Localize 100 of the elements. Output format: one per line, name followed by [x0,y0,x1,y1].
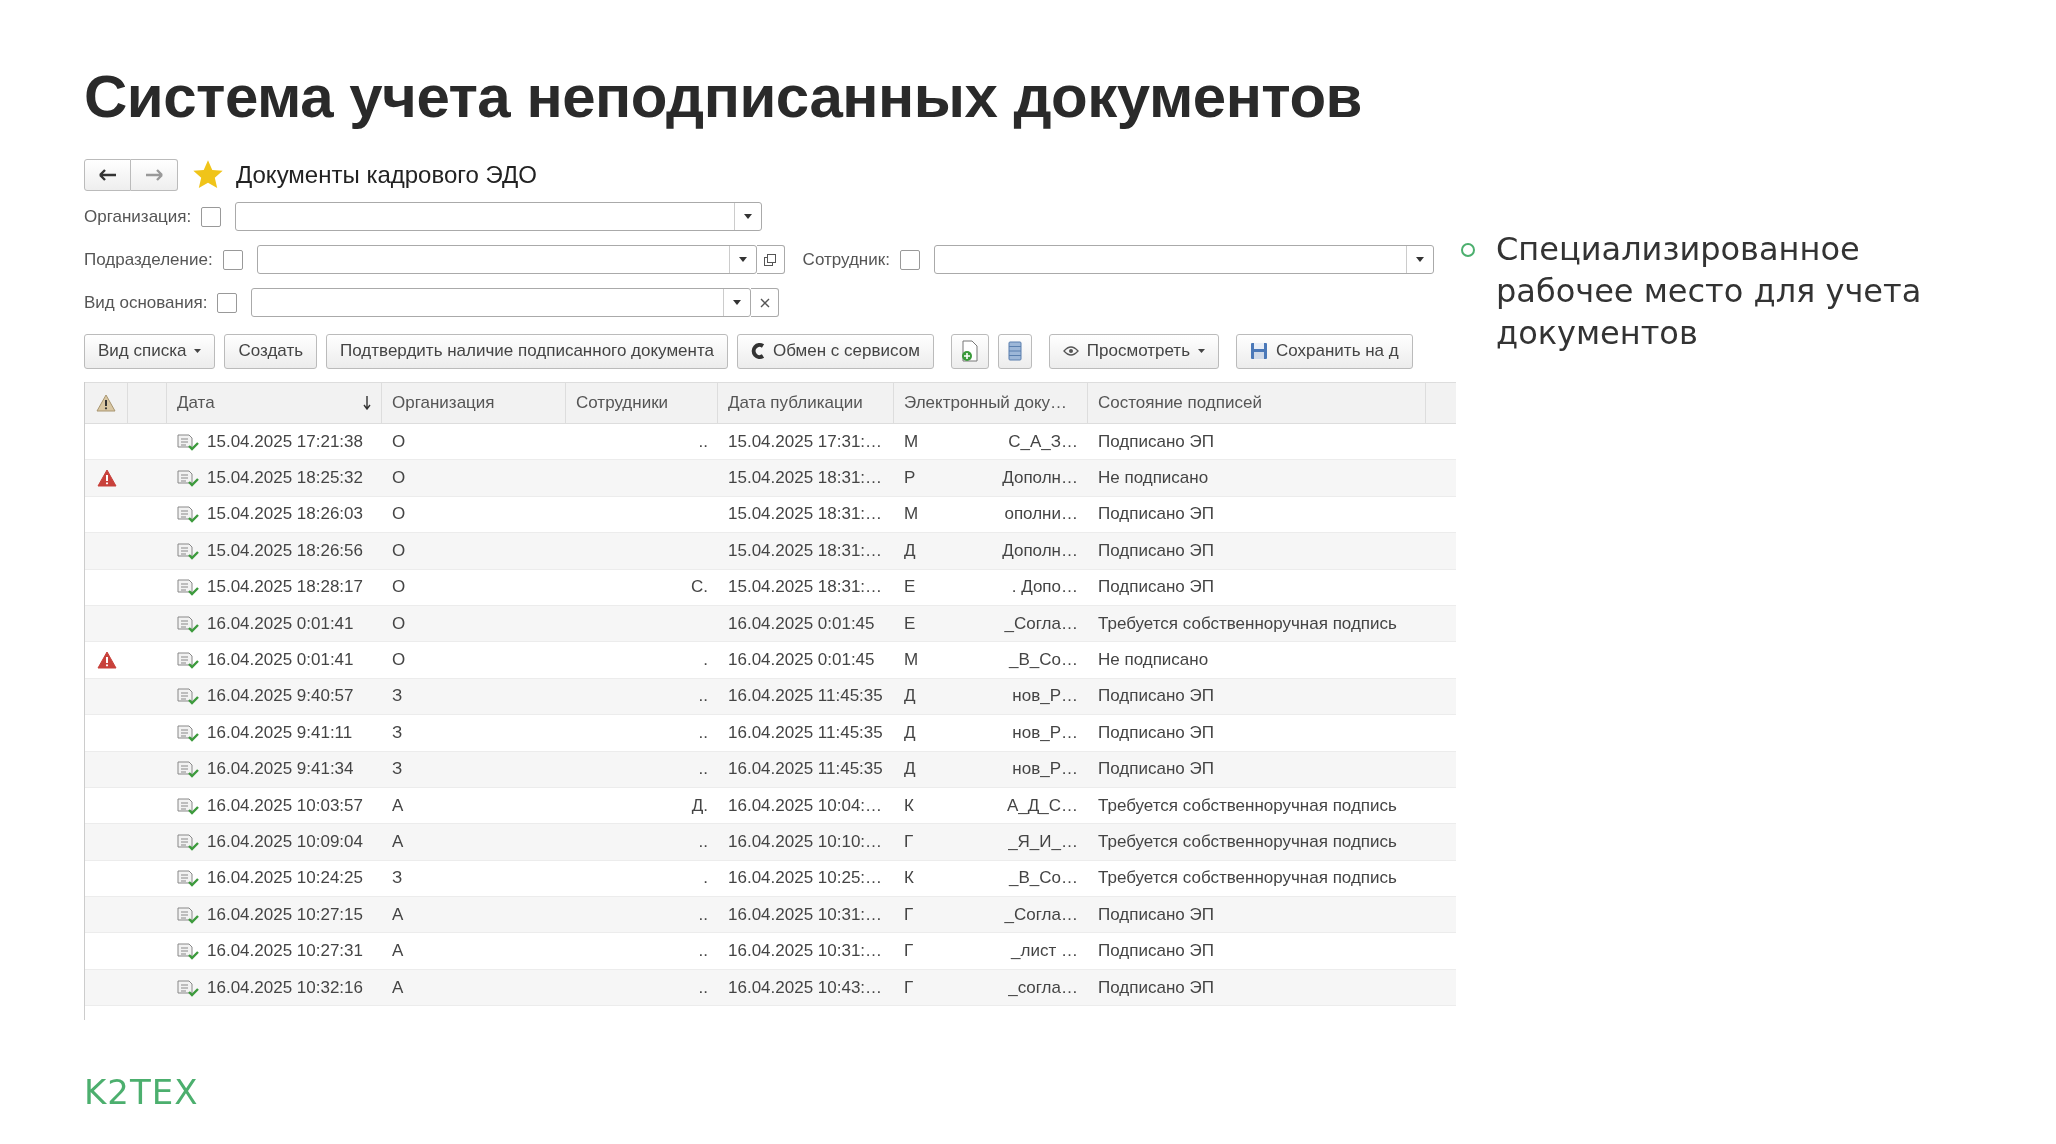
select-field[interactable] [933,245,1434,274]
table-cell: 15.04.2025 18:31:… [728,468,883,489]
table-cell: Д [904,722,916,743]
table-cell: 16.04.2025 10:24:25 [207,868,363,889]
table-cell: Дополн… [1002,540,1078,561]
dropdown-caret-icon[interactable] [1415,257,1424,262]
table-cell: . Допо… [1011,577,1078,598]
table-cell: ополни… [1004,504,1078,525]
list-button[interactable] [997,333,1032,369]
favorite-star-icon[interactable] [192,159,224,191]
toolbar-button[interactable]: Создать [224,333,318,369]
table-cell: . [703,650,708,671]
filter-label: Организация: [84,206,192,227]
table-cell: нов_Р… [1012,686,1078,707]
column-header[interactable]: Организация [392,393,495,413]
caret-icon [1198,349,1205,353]
table-cell: О [392,468,406,489]
column-header[interactable]: Дата публикации [728,393,863,413]
document-check-icon [177,541,199,560]
table-cell: Дополн… [1002,468,1078,489]
table-cell: А_Д_С… [1006,795,1078,816]
table-cell: З [392,868,403,889]
table-cell: _Согла… [1004,904,1078,925]
table-cell: Подписано ЭП [1098,941,1214,962]
table-cell: О [392,577,406,598]
table-cell: 15.04.2025 18:31:… [728,577,883,598]
select-field[interactable] [251,288,752,317]
table-cell: З [392,759,403,780]
table-cell: _В_Со… [1009,650,1078,671]
table-cell: Подписано ЭП [1098,759,1214,780]
column-header[interactable]: Электронный доку… [904,393,1068,413]
table-cell: .. [698,977,708,998]
add-file-button[interactable] [950,333,989,369]
table-cell: 15.04.2025 18:26:56 [207,540,363,561]
document-check-icon [177,833,199,851]
table-cell: .. [698,431,708,452]
table-cell: Требуется собственноручная подпись [1098,613,1397,634]
sort-arrow-icon[interactable] [363,396,371,410]
checkbox[interactable] [899,249,920,270]
table-cell: нов_Р… [1012,759,1078,780]
table-cell: 16.04.2025 0:01:41 [207,650,354,671]
column-header[interactable]: Сотрудники [576,393,669,413]
table-cell: . [703,868,708,889]
toolbar-button[interactable]: Обмен с сервисом [737,333,934,369]
table-cell: 16.04.2025 10:25:… [728,868,883,889]
checkbox[interactable] [222,249,243,270]
warning-icon [96,394,116,412]
filter-label: Сотрудник: [802,249,890,270]
table-cell: 16.04.2025 10:32:16 [207,977,363,998]
table-cell: Г [904,941,914,962]
table-cell: .. [698,832,708,852]
table-cell: К [904,868,914,889]
close-icon [759,297,770,308]
forward-arrow-icon [145,169,163,181]
filter-label: Вид основания: [84,292,208,313]
table-cell: 16.04.2025 11:45:35 [728,759,883,780]
clear-button[interactable] [751,288,780,317]
table-cell: Г [904,832,914,852]
table-cell: 16.04.2025 0:01:41 [207,613,354,634]
dropdown-caret-icon[interactable] [738,257,747,262]
table-cell: 15.04.2025 17:21:38 [207,431,363,452]
table-cell: Г [904,904,914,925]
table-cell: Е [904,613,916,634]
table-cell: Требуется собственноручная подпись [1098,795,1397,816]
document-check-icon [177,469,199,488]
toolbar-button[interactable]: Сохранить на д [1236,333,1413,369]
column-header[interactable]: Дата [177,393,215,413]
dropdown-caret-icon[interactable] [744,214,753,219]
table-cell: О [392,540,406,561]
document-check-icon [177,942,199,961]
table-cell: 15.04.2025 18:31:… [728,504,883,525]
c-logo-icon [751,342,765,360]
toolbar-button[interactable]: Подтвердить наличие подписанного документа [326,333,728,369]
table-cell: М [904,431,919,452]
table-cell: 15.04.2025 18:25:32 [207,468,363,489]
select-field[interactable] [256,245,757,274]
table-cell: 15.04.2025 17:31:… [728,431,883,452]
table-cell: _лист … [1011,941,1078,962]
warning-icon [96,469,117,488]
table-cell: 16.04.2025 11:45:35 [728,722,883,743]
table-cell: Подписано ЭП [1098,686,1214,707]
table-cell: 16.04.2025 10:03:57 [207,795,363,816]
toolbar-button[interactable]: Вид списка [84,333,216,369]
open-button[interactable] [756,245,785,274]
table-cell: .. [698,941,708,962]
checkbox[interactable] [201,206,222,227]
checkbox[interactable] [217,292,238,313]
table-cell: З [392,722,403,743]
table-cell: Подписано ЭП [1098,977,1214,998]
table-cell: С. [691,577,708,598]
dropdown-caret-icon[interactable] [733,300,742,305]
select-field[interactable] [235,202,763,231]
toolbar-button[interactable]: Просмотреть [1048,333,1219,369]
back-button[interactable] [84,159,131,191]
table-cell: О [392,431,406,452]
file-plus-icon [960,340,979,362]
document-check-icon [177,432,199,451]
table-cell: 16.04.2025 9:40:57 [207,686,354,707]
table-cell: Е [904,577,916,598]
column-header[interactable]: Состояние подписей [1098,393,1262,413]
